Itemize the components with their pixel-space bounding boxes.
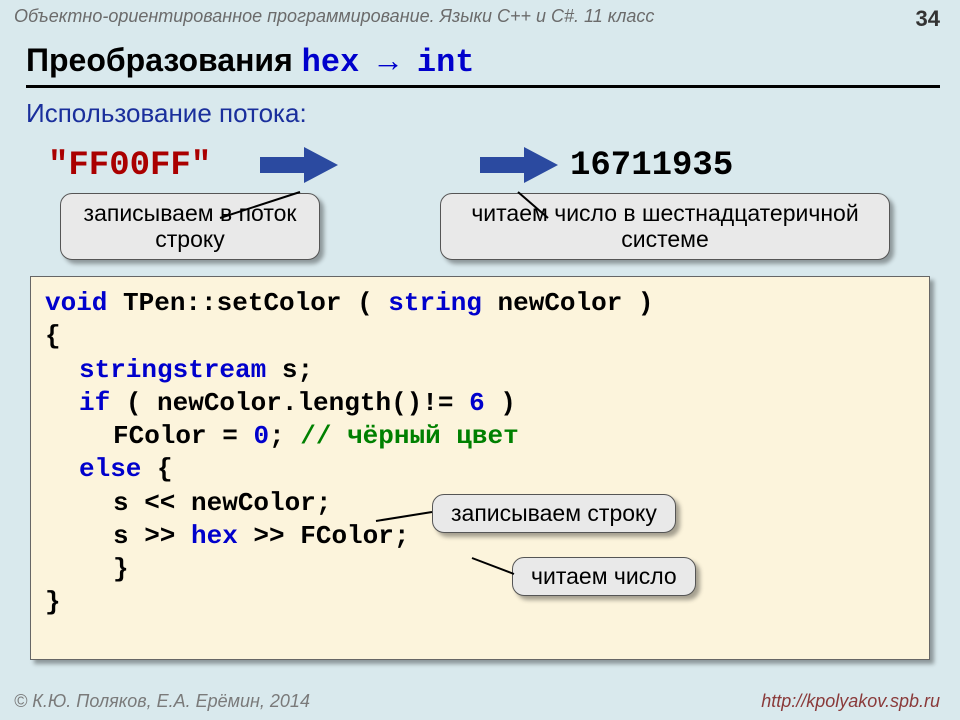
- code-line: if ( newColor.length()!= 6 ): [45, 387, 915, 420]
- code-line: stringstream s;: [45, 354, 915, 387]
- code-line: void TPen::setColor ( string newColor ): [45, 287, 915, 320]
- code-block: void TPen::setColor ( string newColor ) …: [30, 276, 930, 660]
- pointer-line: [374, 507, 436, 527]
- callout-read-number: читаем число: [512, 557, 696, 596]
- title-code-int: int: [417, 44, 475, 81]
- code-line: else {: [45, 453, 915, 486]
- code-line: {: [45, 320, 915, 353]
- pointer-line: [508, 188, 588, 222]
- hex-literal: "FF00FF": [48, 147, 211, 185]
- code-line: FColor = 0; // чёрный цвет: [45, 420, 915, 453]
- footer-authors: © К.Ю. Поляков, Е.А. Ерёмин, 2014: [14, 691, 310, 712]
- arrow-icon: [480, 143, 560, 187]
- footer-url: http://kpolyakov.spb.ru: [761, 691, 940, 712]
- header-text: Объектно-ориентированное программировани…: [14, 6, 654, 32]
- arrow-icon: [260, 143, 340, 187]
- slide-title: Преобразования hex → int: [0, 34, 960, 85]
- title-arrow: →: [359, 44, 417, 81]
- pointer-line: [470, 556, 518, 580]
- page-number: 34: [916, 6, 940, 32]
- example-row: "FF00FF" 16711935 записываем в поток стр…: [0, 143, 960, 253]
- pointer-line: [200, 188, 320, 228]
- title-prefix: Преобразования: [26, 42, 302, 78]
- callout-write-string: записываем строку: [432, 494, 676, 533]
- title-code-hex: hex: [302, 44, 360, 81]
- footer: © К.Ю. Поляков, Е.А. Ерёмин, 2014 http:/…: [0, 685, 960, 720]
- slide: Объектно-ориентированное программировани…: [0, 0, 960, 720]
- int-value: 16711935: [570, 147, 733, 185]
- code-line: }: [45, 586, 915, 619]
- subtitle: Использование потока:: [0, 88, 960, 143]
- header-bar: Объектно-ориентированное программировани…: [0, 0, 960, 34]
